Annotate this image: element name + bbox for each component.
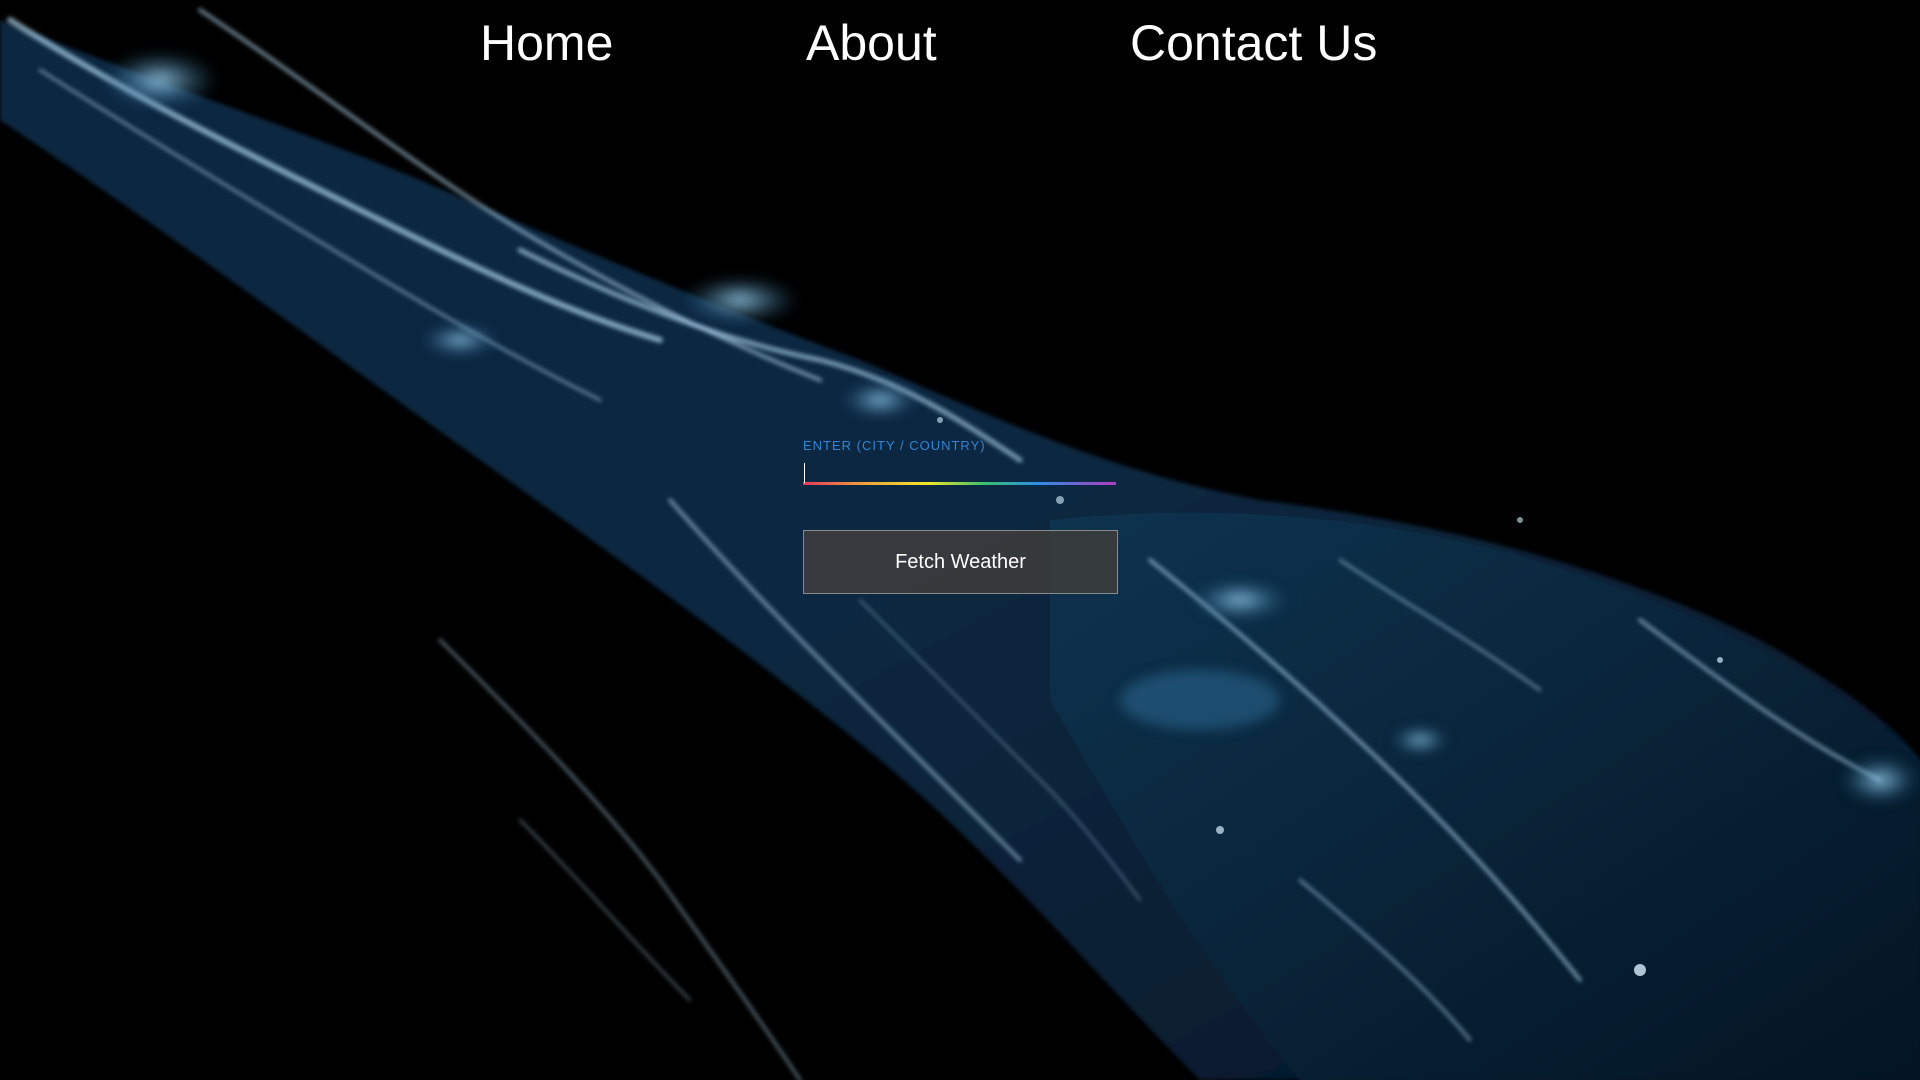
top-nav: Home About Contact Us [0, 0, 1920, 90]
nav-home-link[interactable]: Home [480, 14, 613, 72]
location-input[interactable] [803, 458, 1116, 482]
page: Home About Contact Us ENTER (CITY / COUN… [0, 0, 1920, 1080]
text-caret [804, 463, 805, 483]
weather-form: ENTER (CITY / COUNTRY) Fetch Weather [803, 438, 1118, 594]
location-input-underline [803, 482, 1116, 485]
location-field-label: ENTER (CITY / COUNTRY) [803, 438, 986, 453]
nav-contact-link[interactable]: Contact Us [1130, 14, 1377, 72]
fetch-weather-button[interactable]: Fetch Weather [803, 530, 1118, 594]
nav-about-link[interactable]: About [806, 14, 937, 72]
